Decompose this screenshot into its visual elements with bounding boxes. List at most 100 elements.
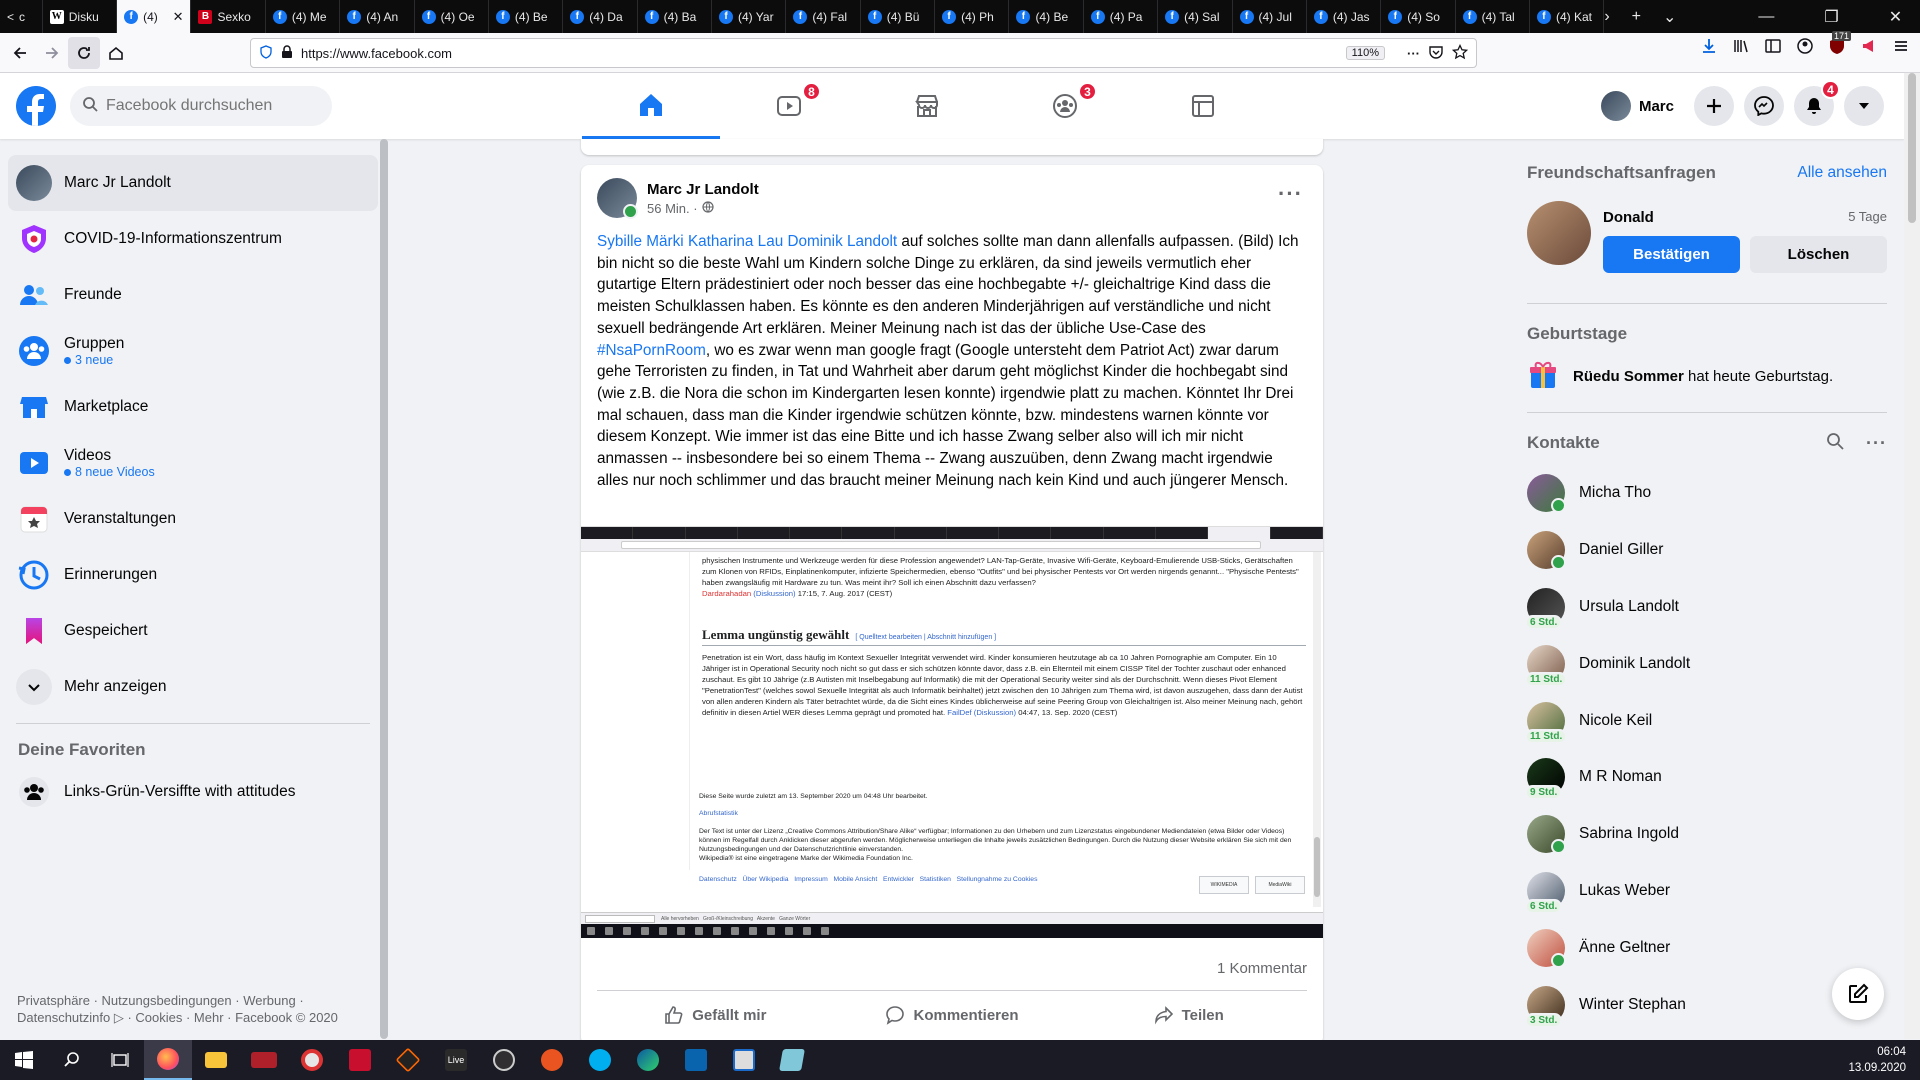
system-clock[interactable]: 06:04 13.09.2020 <box>1848 1044 1906 1076</box>
contact-item[interactable]: Daniel Giller <box>1527 522 1887 579</box>
footer-line-1[interactable]: Privatsphäre · Nutzungsbedingungen · Wer… <box>17 992 377 1009</box>
confirm-button[interactable]: Bestätigen <box>1603 236 1740 273</box>
delete-button[interactable]: Löschen <box>1750 236 1887 273</box>
sidebar-item-events[interactable]: Veranstaltungen <box>8 491 378 547</box>
contact-item[interactable]: Sabrina Ingold <box>1527 806 1887 863</box>
taskbar-app-5[interactable] <box>384 1040 432 1080</box>
taskbar-outlook[interactable] <box>672 1040 720 1080</box>
mention-link[interactable]: Sybille Märki <box>597 233 684 250</box>
hashtag-link[interactable]: #NsaPornRoom <box>597 342 706 359</box>
url-text[interactable]: https://www.facebook.com <box>301 46 452 61</box>
nav-gaming[interactable] <box>1134 73 1272 139</box>
notifications-button[interactable]: 4 <box>1794 80 1840 126</box>
sidebar-item-profile[interactable]: Marc Jr Landolt <box>8 155 378 211</box>
sidebar-item-saved[interactable]: Gespeichert <box>8 603 378 659</box>
footer-links[interactable]: Privatsphäre · Nutzungsbedingungen · Wer… <box>17 992 377 1026</box>
browser-tab[interactable]: f (4) Pa <box>1084 0 1159 33</box>
reload-icon[interactable] <box>68 36 100 69</box>
megaphone-icon[interactable] <box>1860 37 1878 60</box>
taskbar-firefox[interactable] <box>144 1040 192 1080</box>
contact-item[interactable]: 6 Std. Ursula Landolt <box>1525 579 1887 636</box>
nav-groups[interactable]: 3 <box>996 73 1134 139</box>
nav-home[interactable] <box>582 73 720 139</box>
start-button[interactable] <box>0 1040 48 1080</box>
mention-link[interactable]: Dominik Landolt <box>787 233 897 250</box>
menu-icon[interactable] <box>1892 37 1910 60</box>
post-time[interactable]: 56 Min. · <box>647 201 698 216</box>
close-window-icon[interactable]: ✕ <box>1889 7 1902 27</box>
post-author[interactable]: Marc Jr Landolt <box>647 181 759 198</box>
taskbar-edge[interactable] <box>624 1040 672 1080</box>
messenger-button[interactable] <box>1744 86 1784 126</box>
pocket-icon[interactable] <box>1428 44 1444 63</box>
browser-tab[interactable]: f (4) Me <box>266 0 341 33</box>
browser-tab[interactable]: f (4) ✕ <box>117 0 192 33</box>
birthday-name[interactable]: Rüedu Sommer <box>1573 368 1684 385</box>
create-button[interactable] <box>1694 86 1734 126</box>
extension-badge-icon[interactable]: 171 <box>1828 31 1852 60</box>
see-all-link[interactable]: Alle ansehen <box>1797 164 1887 182</box>
contact-item[interactable]: 6 Std. Lukas Weber <box>1525 863 1887 920</box>
share-button[interactable]: Teilen <box>1070 995 1307 1035</box>
browser-tab[interactable]: f (4) Jul <box>1233 0 1307 33</box>
browser-tab[interactable]: f (4) Sal <box>1158 0 1233 33</box>
contact-item[interactable]: Micha Tho <box>1527 465 1887 522</box>
taskbar-app-6[interactable]: Live <box>432 1040 480 1080</box>
mention-link[interactable]: Katharina Lau <box>688 233 783 250</box>
search-icon[interactable] <box>1826 432 1844 455</box>
more-options-icon[interactable]: ··· <box>1866 433 1887 454</box>
browser-tab[interactable]: f (4) Fal <box>786 0 861 33</box>
browser-tab[interactable]: f (4) Da <box>563 0 638 33</box>
browser-tab[interactable]: f (4) Be <box>1009 0 1084 33</box>
search-button[interactable] <box>48 1040 96 1080</box>
sidebar-item-marketplace[interactable]: Marketplace <box>8 379 378 435</box>
browser-tab[interactable]: f (4) Be <box>489 0 564 33</box>
request-avatar[interactable] <box>1527 201 1591 265</box>
browser-tab[interactable]: f (4) An <box>340 0 415 33</box>
contact-item[interactable]: Änne Geltner <box>1527 919 1887 976</box>
browser-tab[interactable]: W Disku <box>43 0 118 33</box>
zoom-indicator[interactable]: 110% <box>1345 46 1385 60</box>
taskbar-skype[interactable] <box>576 1040 624 1080</box>
lock-icon[interactable] <box>281 44 293 62</box>
taskbar-app-13[interactable] <box>768 1040 816 1080</box>
contact-item[interactable]: 11 Std. Nicole Keil <box>1525 692 1887 749</box>
sidebar-item-videos[interactable]: Videos 8 neue Videos <box>8 435 378 491</box>
page-scrollbar[interactable] <box>1904 73 1920 1039</box>
sidebar-item-groups[interactable]: Gruppen 3 neue <box>8 323 378 379</box>
bookmark-star-icon[interactable] <box>1451 43 1469 63</box>
url-bar[interactable]: https://www.facebook.com 110% ··· <box>250 38 1477 68</box>
forward-icon[interactable] <box>36 37 68 69</box>
contact-item[interactable]: 9 Std. M R Noman <box>1525 749 1887 806</box>
contact-item[interactable]: 11 Std. Dominik Landolt <box>1525 635 1887 692</box>
search-input[interactable] <box>106 97 306 115</box>
taskbar-app-4[interactable] <box>336 1040 384 1080</box>
browser-tab[interactable]: f (4) Oe <box>415 0 489 33</box>
restore-icon[interactable]: ❐ <box>1824 7 1838 27</box>
sidebar-item-more[interactable]: Mehr anzeigen <box>8 659 378 715</box>
left-scrollbar[interactable] <box>380 139 388 1039</box>
comment-button[interactable]: Kommentieren <box>834 995 1071 1035</box>
facebook-logo[interactable] <box>16 86 56 126</box>
footer-line-2[interactable]: Datenschutzinfo ▷ · Cookies · Mehr · Fac… <box>17 1009 377 1026</box>
tab-list-icon[interactable]: ⌄ <box>1663 7 1676 27</box>
browser-tab[interactable]: < c <box>0 0 43 33</box>
profile-chip[interactable]: Marc <box>1597 87 1684 125</box>
tab-overflow-icon[interactable]: › <box>1604 8 1609 26</box>
shield-icon[interactable] <box>259 44 273 62</box>
nav-watch[interactable]: 8 <box>720 73 858 139</box>
browser-tab[interactable]: B Sexko <box>191 0 266 33</box>
nav-marketplace[interactable] <box>858 73 996 139</box>
browser-tab[interactable]: f (4) So <box>1381 0 1456 33</box>
browser-tab[interactable]: f (4) Bü <box>861 0 936 33</box>
new-tab-icon[interactable]: + <box>1632 8 1641 26</box>
birthday-item[interactable]: Rüedu Sommer hat heute Geburtstag. <box>1527 352 1887 400</box>
minimize-icon[interactable]: — <box>1758 8 1774 26</box>
browser-tab[interactable]: f (4) Kat <box>1530 0 1605 33</box>
taskbar-ubuntu[interactable] <box>528 1040 576 1080</box>
home-icon[interactable] <box>100 37 132 69</box>
sidebar-item-covid[interactable]: COVID-19-Informationszentrum <box>8 211 378 267</box>
account-icon[interactable] <box>1796 37 1814 60</box>
post-options-icon[interactable]: ··· <box>1278 181 1303 207</box>
page-actions-icon[interactable]: ··· <box>1407 46 1420 61</box>
